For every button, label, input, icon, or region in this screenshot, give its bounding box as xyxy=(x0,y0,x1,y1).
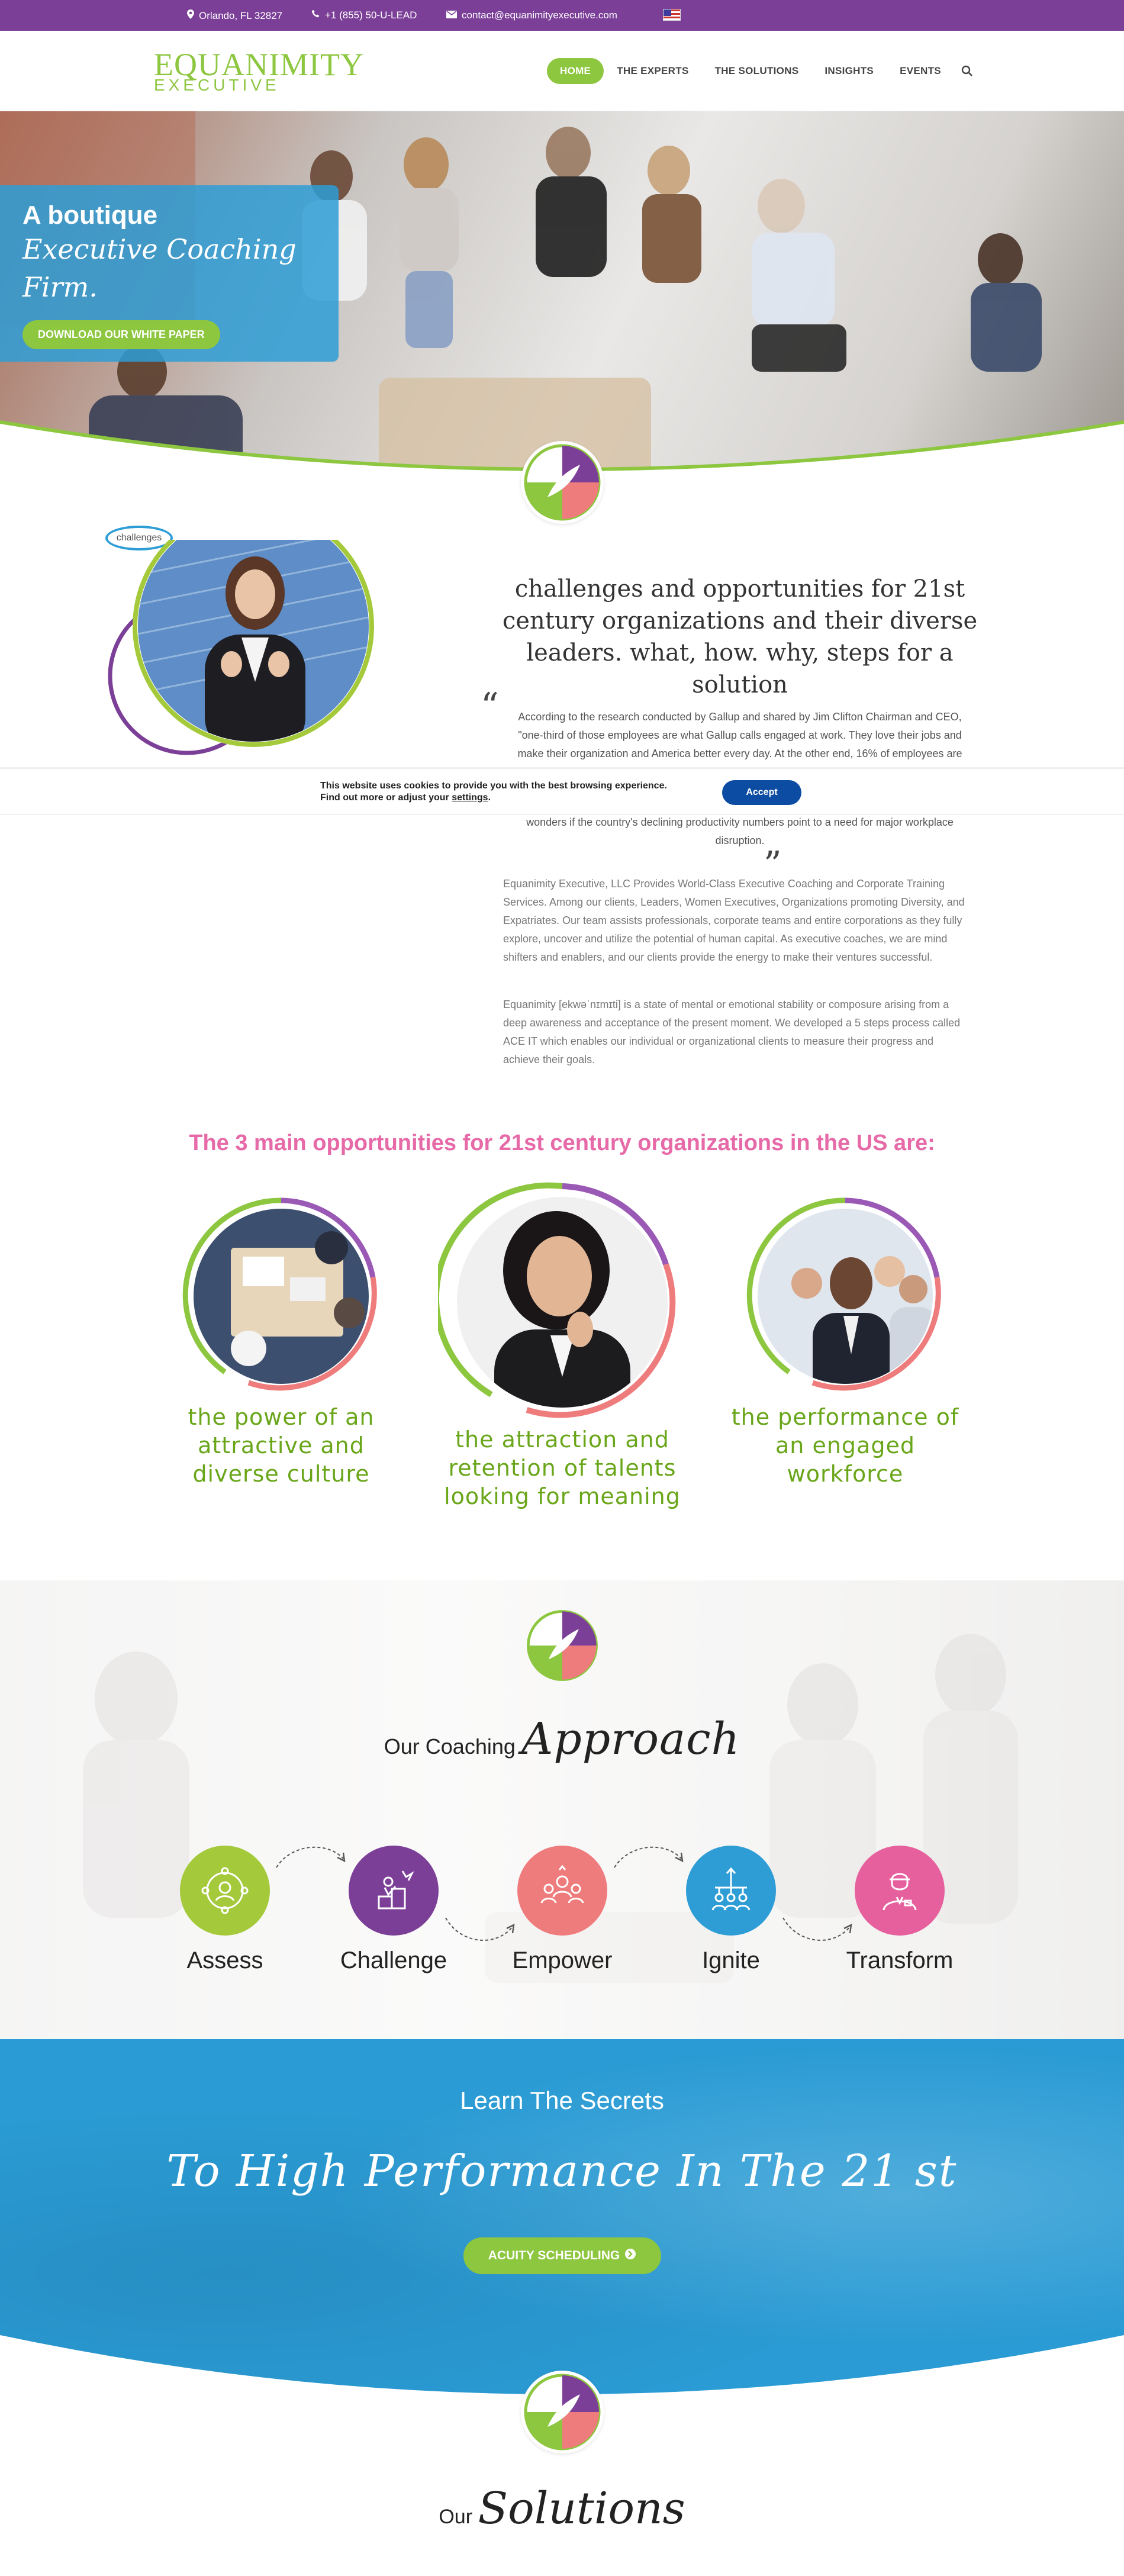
search-icon[interactable] xyxy=(961,65,973,77)
empower-icon xyxy=(517,1846,607,1936)
download-white-paper-button[interactable]: DOWNLOAD OUR WHITE PAPER xyxy=(22,320,220,349)
step-transform[interactable]: Transform xyxy=(823,1846,977,1974)
acuity-scheduling-button[interactable]: ACUITY SCHEDULING xyxy=(463,2237,661,2274)
section-logo-icon xyxy=(521,441,604,524)
location-text: Orlando, FL 32827 xyxy=(199,9,283,21)
opportunity-card-2: the attraction and retention of talents … xyxy=(433,1181,687,1511)
acuity-scheduling-label: ACUITY SCHEDULING xyxy=(488,2249,620,2262)
solutions-title-script: Solutions xyxy=(478,2483,685,2534)
intro-quote-tail: wonders if the country's declining produ… xyxy=(526,816,954,846)
nav-the-experts[interactable]: THE EXPERTS xyxy=(604,58,701,84)
cookie-line2-prefix: Find out more or adjust your xyxy=(320,793,452,803)
nav-home[interactable]: HOME xyxy=(547,58,604,84)
intro-paragraph-1: Equanimity Executive, LLC Provides World… xyxy=(503,878,965,963)
email-link[interactable]: contact@equanimityexecutive.com xyxy=(446,9,617,21)
opportunity-image-1 xyxy=(178,1194,385,1396)
language-switcher[interactable] xyxy=(663,9,681,21)
opportunity-image-2 xyxy=(433,1181,687,1418)
challenge-icon xyxy=(349,1846,439,1936)
cookie-accept-button[interactable]: Accept xyxy=(722,780,801,805)
open-quote-icon: “ xyxy=(481,685,499,727)
cookie-line2: Find out more or adjust your settings. xyxy=(320,792,667,804)
site-header: EQUANIMITY EXECUTIVE HOME THE EXPERTS TH… xyxy=(0,31,1124,111)
logo-text: EQUANIMITY EXECUTIVE xyxy=(154,49,364,94)
step-label-challenge: Challenge xyxy=(340,1947,447,1973)
step-label-assess: Assess xyxy=(186,1947,263,1973)
top-bar: Orlando, FL 32827 +1 (855) 50-U-LEAD con… xyxy=(0,0,1124,31)
approach-logo-icon xyxy=(524,1607,601,1684)
nav-the-solutions[interactable]: THE SOLUTIONS xyxy=(702,58,812,84)
arrow-2-icon xyxy=(445,1917,515,1941)
coaching-approach-section: Our Coaching Approach Assess Challenge E… xyxy=(0,1580,1124,2039)
phone-text: +1 (855) 50-U-LEAD xyxy=(325,9,417,21)
secrets-title: Learn The Secrets xyxy=(460,2086,664,2114)
intro-quote: According to the research conducted by G… xyxy=(517,711,962,759)
envelope-icon xyxy=(446,9,457,21)
assess-icon xyxy=(180,1846,270,1936)
solutions-title: Our Solutions xyxy=(0,2483,1124,2534)
opportunities-title: The 3 main opportunities for 21st centur… xyxy=(189,1131,935,1155)
cookie-line2-suffix: . xyxy=(488,793,491,803)
transform-icon xyxy=(855,1846,945,1936)
approach-title: Our Coaching Approach xyxy=(0,1714,1124,1764)
opportunity-card-1: the power of an attractive and diverse c… xyxy=(157,1194,405,1488)
opportunity-caption-1: the power of an attractive and diverse c… xyxy=(188,1404,375,1487)
cookie-banner: This website uses cookies to provide you… xyxy=(0,768,1124,815)
secrets-script: To High Performance In The 21 st xyxy=(166,2146,958,2197)
arrow-1-icon xyxy=(276,1846,346,1868)
ignite-icon xyxy=(686,1846,776,1936)
arrow-3-icon xyxy=(614,1846,684,1868)
approach-title-script: Approach xyxy=(521,1714,740,1764)
hero-banner: A boutique Executive Coaching Firm. DOWN… xyxy=(0,111,1124,481)
hero-card: A boutique Executive Coaching Firm. DOWN… xyxy=(0,185,339,362)
map-marker-icon xyxy=(187,9,194,22)
solutions-logo-icon xyxy=(521,2371,604,2453)
us-flag-icon xyxy=(663,9,681,21)
intro-paragraph-2: Equanimity [ekwəˈnɪmɪti] is a state of m… xyxy=(503,999,961,1065)
main-navigation: HOME THE EXPERTS THE SOLUTIONS INSIGHTS … xyxy=(547,58,973,84)
hero-line1: A boutique xyxy=(22,201,158,230)
hero-line2: Executive Coaching xyxy=(22,233,297,265)
step-label-empower: Empower xyxy=(512,1947,613,1973)
solutions-title-prefix: Our xyxy=(439,2506,473,2528)
site-logo[interactable]: EQUANIMITY EXECUTIVE xyxy=(152,45,363,97)
cookie-text: This website uses cookies to provide you… xyxy=(320,780,667,804)
location-info: Orlando, FL 32827 xyxy=(187,9,282,22)
opportunity-image-3 xyxy=(742,1194,949,1396)
cookie-settings-link[interactable]: settings xyxy=(452,793,488,803)
approach-title-prefix: Our Coaching xyxy=(384,1734,516,1759)
cookie-line1: This website uses cookies to provide you… xyxy=(320,781,667,791)
opportunity-caption-2: the attraction and retention of talents … xyxy=(444,1427,681,1509)
phone-icon xyxy=(311,9,320,21)
opportunity-card-3: the performance of an engaged workforce xyxy=(721,1194,970,1488)
nav-events[interactable]: EVENTS xyxy=(887,58,954,84)
phone-link[interactable]: +1 (855) 50-U-LEAD xyxy=(311,9,417,21)
arrow-4-icon xyxy=(782,1917,852,1941)
opportunity-caption-3: the performance of an engaged workforce xyxy=(731,1404,959,1487)
intro-heading: challenges and opportunities for 21st ce… xyxy=(502,575,978,698)
step-label-ignite: Ignite xyxy=(702,1947,760,1973)
hero-line3: Firm. xyxy=(22,271,98,303)
email-text: contact@equanimityexecutive.com xyxy=(462,9,617,21)
nav-insights[interactable]: INSIGHTS xyxy=(811,58,887,84)
step-label-transform: Transform xyxy=(846,1947,954,1973)
arrow-circle-right-icon xyxy=(624,2248,636,2263)
